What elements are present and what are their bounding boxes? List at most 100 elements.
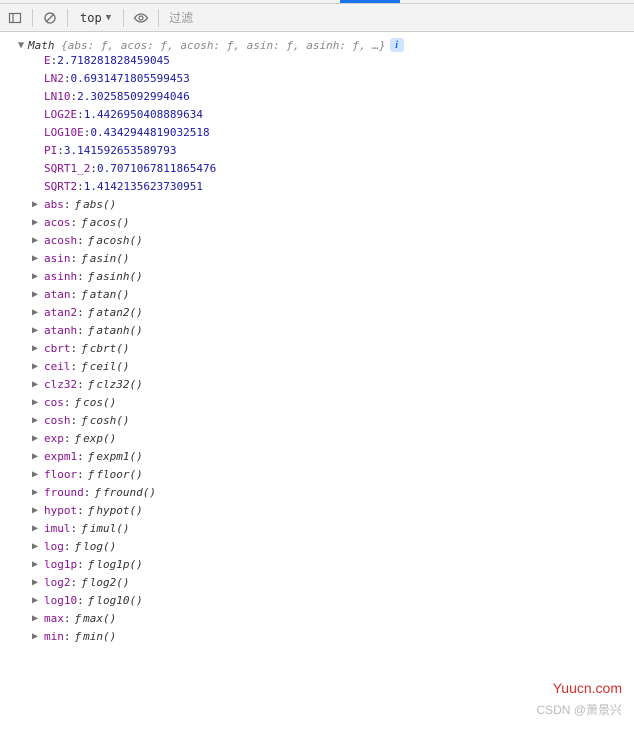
colon: : — [71, 574, 78, 592]
property-row[interactable]: atanh:ƒatanh() — [44, 322, 634, 340]
property-row[interactable]: cos:ƒcos() — [44, 394, 634, 412]
function-name: min() — [83, 628, 116, 646]
property-row[interactable]: asin:ƒasin() — [44, 250, 634, 268]
expand-arrow-icon[interactable] — [32, 430, 44, 448]
expand-arrow-icon[interactable] — [32, 304, 44, 322]
expand-arrow-icon[interactable] — [32, 556, 44, 574]
function-name: floor() — [96, 466, 142, 484]
expand-arrow-icon[interactable] — [32, 484, 44, 502]
property-row[interactable]: log10:ƒlog10() — [44, 592, 634, 610]
function-symbol: ƒ — [75, 394, 82, 412]
live-expression-button[interactable] — [130, 7, 152, 29]
property-row[interactable]: max:ƒmax() — [44, 610, 634, 628]
expand-arrow-icon[interactable] — [32, 448, 44, 466]
expand-arrow-icon[interactable] — [32, 286, 44, 304]
expand-arrow-icon[interactable] — [18, 40, 28, 51]
property-row[interactable]: atan2:ƒatan2() — [44, 304, 634, 322]
property-row[interactable]: ceil:ƒceil() — [44, 358, 634, 376]
property-value: 1.4142135623730951 — [84, 178, 203, 196]
expand-arrow-icon[interactable] — [32, 520, 44, 538]
expand-arrow-icon[interactable] — [32, 340, 44, 358]
property-row[interactable]: log:ƒlog() — [44, 538, 634, 556]
expand-arrow-icon[interactable] — [32, 412, 44, 430]
property-row[interactable]: atan:ƒatan() — [44, 286, 634, 304]
property-row[interactable]: LOG2E: 1.4426950408889634 — [44, 106, 634, 124]
property-row[interactable]: SQRT2: 1.4142135623730951 — [44, 178, 634, 196]
separator — [32, 9, 33, 27]
property-row[interactable]: abs:ƒabs() — [44, 196, 634, 214]
property-row[interactable]: hypot:ƒhypot() — [44, 502, 634, 520]
property-row[interactable]: LOG10E: 0.4342944819032518 — [44, 124, 634, 142]
expand-arrow-icon[interactable] — [32, 268, 44, 286]
property-key: atanh — [44, 322, 77, 340]
expand-arrow-icon[interactable] — [32, 376, 44, 394]
function-name: cos() — [83, 394, 116, 412]
object-header[interactable]: Math {abs: ƒ, acos: ƒ, acosh: ƒ, asin: ƒ… — [0, 38, 634, 52]
expand-arrow-icon[interactable] — [32, 610, 44, 628]
context-selector[interactable]: top ▼ — [74, 8, 117, 28]
property-row[interactable]: floor:ƒfloor() — [44, 466, 634, 484]
property-row[interactable]: clz32:ƒclz32() — [44, 376, 634, 394]
object-properties: E: 2.718281828459045LN2: 0.6931471805599… — [0, 52, 634, 646]
property-key: PI — [44, 142, 57, 160]
colon: : — [57, 142, 64, 160]
property-row[interactable]: expm1:ƒexpm1() — [44, 448, 634, 466]
colon: : — [84, 124, 91, 142]
property-key: LOG10E — [44, 124, 84, 142]
property-row[interactable]: fround:ƒfround() — [44, 484, 634, 502]
expand-arrow-icon[interactable] — [32, 250, 44, 268]
expand-arrow-icon[interactable] — [32, 592, 44, 610]
property-row[interactable]: E: 2.718281828459045 — [44, 52, 634, 70]
function-symbol: ƒ — [81, 250, 88, 268]
property-row[interactable]: min:ƒmin() — [44, 628, 634, 646]
eye-icon — [133, 11, 149, 25]
expand-arrow-icon[interactable] — [32, 358, 44, 376]
expand-arrow-icon[interactable] — [32, 538, 44, 556]
property-key: LN2 — [44, 70, 64, 88]
property-key: cosh — [44, 412, 71, 430]
function-symbol: ƒ — [94, 484, 101, 502]
property-row[interactable]: SQRT1_2: 0.7071067811865476 — [44, 160, 634, 178]
expand-arrow-icon[interactable] — [32, 574, 44, 592]
expand-arrow-icon[interactable] — [32, 502, 44, 520]
property-row[interactable]: imul:ƒimul() — [44, 520, 634, 538]
watermark-site: Yuucn.com — [553, 680, 622, 696]
property-key: acosh — [44, 232, 77, 250]
colon: : — [64, 610, 71, 628]
function-symbol: ƒ — [81, 358, 88, 376]
function-symbol: ƒ — [88, 592, 95, 610]
property-row[interactable]: LN10: 2.302585092994046 — [44, 88, 634, 106]
property-row[interactable]: LN2: 0.6931471805599453 — [44, 70, 634, 88]
property-row[interactable]: cbrt:ƒcbrt() — [44, 340, 634, 358]
expand-arrow-icon[interactable] — [32, 196, 44, 214]
function-symbol: ƒ — [75, 628, 82, 646]
filter-input[interactable] — [165, 4, 630, 31]
expand-arrow-icon[interactable] — [32, 466, 44, 484]
function-name: acosh() — [96, 232, 142, 250]
expand-arrow-icon[interactable] — [32, 232, 44, 250]
property-row[interactable]: PI: 3.141592653589793 — [44, 142, 634, 160]
property-row[interactable]: cosh:ƒcosh() — [44, 412, 634, 430]
function-name: acos() — [90, 214, 130, 232]
property-row[interactable]: acosh:ƒacosh() — [44, 232, 634, 250]
expand-arrow-icon[interactable] — [32, 322, 44, 340]
expand-arrow-icon[interactable] — [32, 394, 44, 412]
info-icon[interactable]: i — [390, 38, 404, 52]
function-name: log10() — [96, 592, 142, 610]
property-row[interactable]: log1p:ƒlog1p() — [44, 556, 634, 574]
toggle-sidebar-button[interactable] — [4, 7, 26, 29]
clear-console-button[interactable] — [39, 7, 61, 29]
function-symbol: ƒ — [81, 214, 88, 232]
property-row[interactable]: exp:ƒexp() — [44, 430, 634, 448]
property-row[interactable]: asinh:ƒasinh() — [44, 268, 634, 286]
clear-icon — [43, 11, 57, 25]
watermark-author: CSDN @萧景兴 — [536, 701, 622, 718]
expand-arrow-icon[interactable] — [32, 628, 44, 646]
property-row[interactable]: log2:ƒlog2() — [44, 574, 634, 592]
function-symbol: ƒ — [88, 322, 95, 340]
expand-arrow-icon[interactable] — [32, 214, 44, 232]
function-symbol: ƒ — [81, 520, 88, 538]
function-symbol: ƒ — [88, 376, 95, 394]
property-value: 0.4342944819032518 — [90, 124, 209, 142]
property-row[interactable]: acos:ƒacos() — [44, 214, 634, 232]
